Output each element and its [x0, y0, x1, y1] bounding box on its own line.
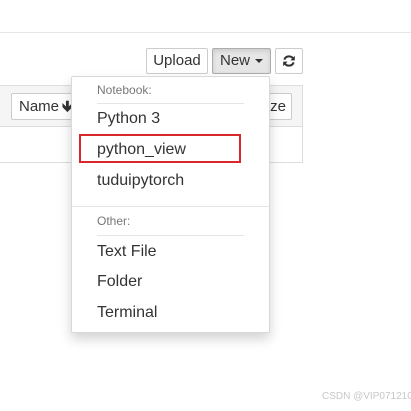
- menu-item-text-file[interactable]: Text File: [97, 242, 157, 262]
- sort-by-size-label: ze: [270, 97, 286, 115]
- new-dropdown-button[interactable]: New: [212, 48, 271, 74]
- upload-button-label: Upload: [153, 52, 201, 69]
- menu-item-python-view[interactable]: python_view: [97, 140, 186, 160]
- other-header-rule: [97, 235, 244, 236]
- upload-button[interactable]: Upload: [146, 48, 208, 74]
- file-list-right-border: [302, 85, 303, 163]
- caret-down-icon: [255, 59, 263, 63]
- header-divider: [0, 32, 411, 33]
- menu-item-folder[interactable]: Folder: [97, 272, 142, 292]
- menu-item-python3[interactable]: Python 3: [97, 109, 160, 129]
- notebook-section-header: Notebook:: [97, 83, 152, 97]
- menu-divider: [72, 206, 269, 207]
- notebook-header-rule: [97, 103, 244, 104]
- new-button-label: New: [219, 52, 250, 69]
- refresh-icon: [283, 55, 295, 67]
- refresh-button[interactable]: [275, 48, 303, 74]
- sort-by-name-label: Name: [19, 97, 60, 115]
- watermark: CSDN @VIP071210: [322, 391, 411, 402]
- menu-item-terminal[interactable]: Terminal: [97, 303, 157, 323]
- menu-item-tuduipytorch[interactable]: tuduipytorch: [97, 171, 184, 191]
- new-dropdown-menu: Notebook: Python 3 python_view tuduipyto…: [71, 76, 270, 333]
- other-section-header: Other:: [97, 214, 131, 228]
